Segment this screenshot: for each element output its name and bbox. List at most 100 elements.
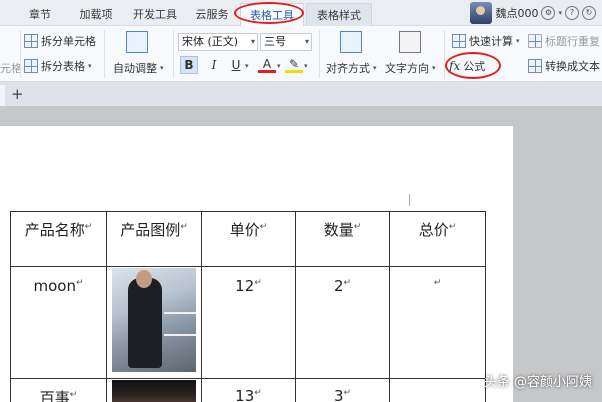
tab-cloud-service[interactable]: 云服务: [190, 5, 234, 25]
calculator-icon: [452, 34, 466, 48]
tab-table-style[interactable]: 表格样式: [306, 3, 372, 26]
watermark: 头条 @容颜小阿姨: [483, 375, 592, 390]
text-direction-button[interactable]: 文字方向 ▾: [385, 60, 436, 76]
chevron-down-icon[interactable]: ▾: [245, 62, 249, 70]
font-name-select[interactable]: 宋体 (正文) ▾: [178, 33, 258, 51]
cell-text: 百事: [39, 389, 70, 402]
menu-tab-bar: 章节 加载项 开发工具 云服务 表格工具 表格样式 魏点000 ⚙ ▾ ? ↻: [0, 0, 602, 26]
tab-addins[interactable]: 加载项: [74, 5, 118, 25]
header-unit-price[interactable]: 单价↵: [201, 211, 296, 267]
refresh-icon[interactable]: ↻: [582, 6, 596, 20]
product-photo[interactable]: [112, 268, 196, 372]
document-tab[interactable]: [0, 85, 5, 106]
cell-text: 3: [333, 387, 344, 402]
product-photo[interactable]: [112, 380, 196, 402]
return-mark-icon: ↵: [343, 388, 352, 398]
photo-head: [136, 270, 152, 288]
product-table[interactable]: 产品名称↵ 产品图例↵ 单价↵ 数量↵ 总价↵ moon↵ 12↵ 2↵ ↵ 百…: [10, 211, 486, 402]
header-product-name[interactable]: 产品名称↵: [10, 211, 107, 267]
font-size-select[interactable]: 三号 ▾: [260, 33, 312, 51]
photo-railing: [164, 312, 196, 336]
cell-quantity[interactable]: 2↵: [295, 266, 390, 379]
autofit-icon: [126, 31, 148, 53]
cell-quantity[interactable]: 3↵: [295, 378, 390, 402]
cell-total[interactable]: ↵: [389, 266, 486, 379]
return-mark-icon: ↵: [254, 388, 262, 398]
document-page[interactable]: 产品名称↵ 产品图例↵ 单价↵ 数量↵ 总价↵ moon↵ 12↵ 2↵ ↵ 百…: [0, 126, 513, 402]
text-direction-icon: [399, 31, 421, 53]
align-label: 对齐方式: [326, 62, 370, 75]
header-text: 产品图例: [120, 221, 181, 239]
return-mark-icon: ↵: [75, 278, 84, 288]
header-quantity[interactable]: 数量↵: [295, 211, 390, 267]
return-mark-icon: ↵: [353, 222, 362, 232]
cell-total[interactable]: [389, 378, 486, 402]
font-size-value: 三号: [264, 35, 286, 48]
photo-figure: [128, 278, 162, 368]
ribbon-separator: [20, 30, 21, 78]
ribbon-separator: [173, 30, 174, 78]
ribbon-separator: [444, 30, 445, 78]
header-text: 单价: [229, 221, 260, 239]
ribbon-cut-label: 元格: [0, 62, 22, 75]
ribbon-separator: [319, 30, 320, 78]
header-product-image[interactable]: 产品图例↵: [106, 211, 202, 267]
settings-icon[interactable]: ⚙: [541, 6, 556, 20]
quick-calc-label: 快速计算: [469, 35, 513, 48]
chevron-down-icon: ▾: [304, 37, 309, 46]
cell-product-image[interactable]: [106, 266, 202, 379]
chevron-down-icon: ▾: [373, 64, 377, 72]
return-mark-icon: ↵: [69, 390, 78, 400]
cell-text: 12: [235, 277, 255, 295]
cell-text: 2: [333, 277, 344, 295]
document-canvas: 产品名称↵ 产品图例↵ 单价↵ 数量↵ 总价↵ moon↵ 12↵ 2↵ ↵ 百…: [0, 106, 602, 402]
new-tab-button[interactable]: +: [11, 85, 24, 103]
chevron-down-icon[interactable]: ▾: [304, 62, 308, 70]
autofit-label: 自动调整: [113, 62, 157, 75]
cell-product-name[interactable]: moon↵: [10, 266, 107, 379]
chevron-down-icon: ▾: [432, 64, 436, 72]
chevron-down-icon: ▾: [250, 37, 255, 46]
document-tab-bar: +: [0, 82, 602, 106]
underline-button[interactable]: U: [227, 56, 245, 74]
highlight-button[interactable]: ✎: [285, 55, 303, 73]
autofit-button[interactable]: 自动调整 ▾: [113, 60, 164, 76]
italic-button[interactable]: I: [205, 56, 223, 74]
tab-chapter[interactable]: 章节: [22, 5, 58, 25]
tab-developer-tools[interactable]: 开发工具: [128, 5, 182, 25]
annotation-circle-table-tools: [234, 2, 304, 24]
split-table-button[interactable]: 拆分表格 ▾: [24, 58, 92, 74]
chevron-down-icon: ▾: [88, 62, 92, 70]
font-color-button[interactable]: A: [258, 55, 276, 73]
cell-unit-price[interactable]: 13↵: [201, 378, 296, 402]
cell-product-name[interactable]: 百事↵: [10, 378, 107, 402]
annotation-circle-formula: [445, 52, 501, 79]
convert-text-button[interactable]: 转换成文本: [528, 58, 600, 74]
repeat-header-icon: [528, 34, 542, 48]
chevron-down-icon[interactable]: ▾: [558, 9, 562, 17]
chevron-down-icon: ▾: [160, 64, 164, 72]
font-name-value: 宋体 (正文): [182, 35, 239, 48]
chevron-down-icon[interactable]: ▾: [277, 62, 281, 70]
return-mark-icon: ↵: [259, 222, 268, 232]
header-total[interactable]: 总价↵: [389, 211, 486, 267]
split-cell-button[interactable]: 拆分单元格: [24, 33, 96, 49]
cell-text: 13: [235, 387, 255, 402]
bold-button[interactable]: B: [180, 56, 198, 74]
table-row: moon↵ 12↵ 2↵ ↵: [10, 266, 486, 379]
cell-unit-price[interactable]: 12↵: [201, 266, 296, 379]
cell-product-image[interactable]: [106, 378, 202, 402]
user-name[interactable]: 魏点000: [495, 5, 538, 21]
highlighter-icon: ✎: [288, 57, 300, 71]
return-mark-icon: ↵: [343, 278, 352, 288]
ribbon: 元格 拆分单元格 拆分表格 ▾ 自动调整 ▾ 宋体 (正文) ▾ 三号 ▾ B …: [0, 26, 602, 82]
text-direction-label: 文字方向: [385, 62, 429, 75]
return-mark-icon: ↵: [448, 222, 457, 232]
convert-text-label: 转换成文本: [545, 60, 600, 73]
avatar[interactable]: [470, 2, 493, 24]
help-icon[interactable]: ?: [565, 6, 579, 20]
quick-calc-button[interactable]: 快速计算 ▾: [452, 33, 520, 49]
repeat-header-button[interactable]: 标题行重复: [528, 33, 600, 49]
text-cursor: [409, 194, 410, 206]
align-button[interactable]: 对齐方式 ▾: [326, 60, 377, 76]
